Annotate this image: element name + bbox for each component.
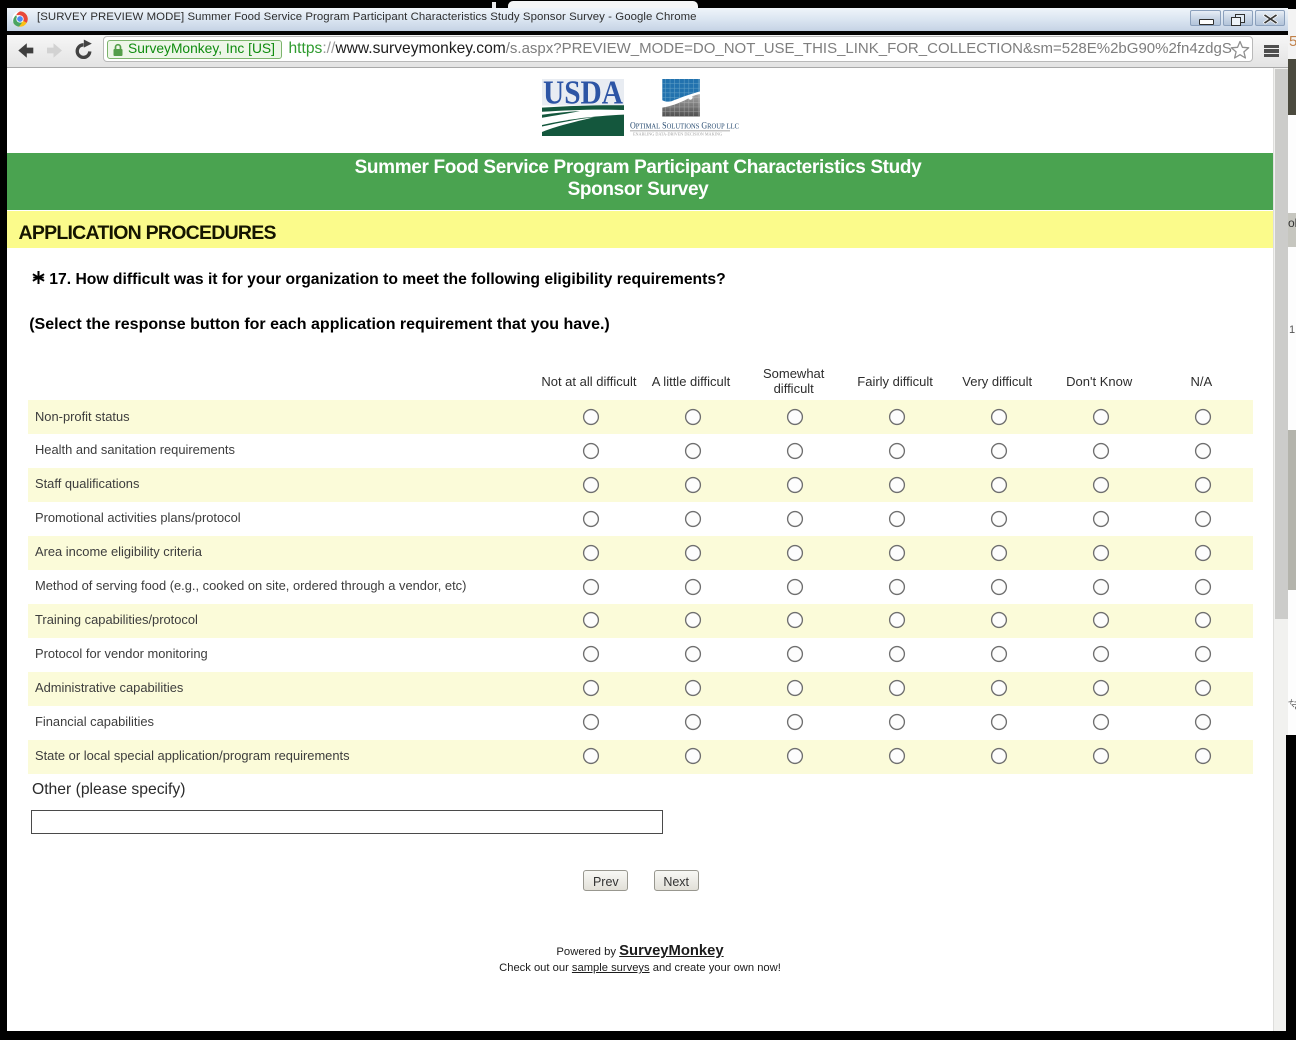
svg-text:ENABLING DATA-DRIVEN DECISION: ENABLING DATA-DRIVEN DECISION MAKING (633, 131, 722, 136)
svg-text:OPTIMAL SOLUTIONS GROUP LLC: OPTIMAL SOLUTIONS GROUP LLC (630, 121, 739, 131)
